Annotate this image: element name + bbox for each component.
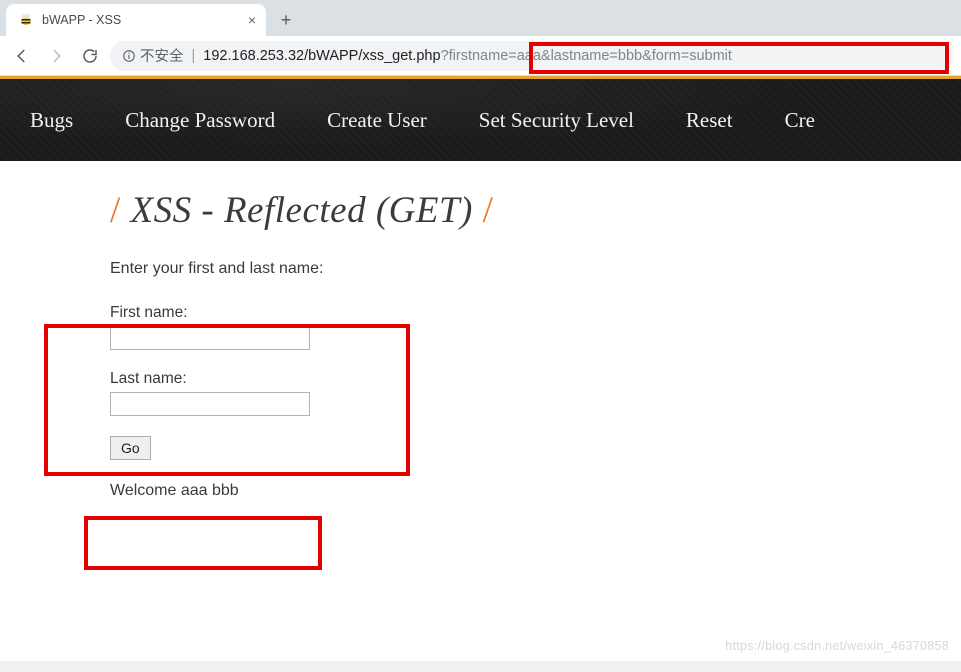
lastname-input[interactable] xyxy=(110,392,310,416)
address-bar[interactable]: 不安全 | 192.168.253.32/bWAPP/xss_get.php?f… xyxy=(110,41,953,71)
security-warning-text: 不安全 xyxy=(140,45,184,66)
url-text: 192.168.253.32/bWAPP/xss_get.php?firstna… xyxy=(203,48,732,64)
page-title: / XSS - Reflected (GET) / xyxy=(110,189,961,232)
back-button[interactable] xyxy=(8,42,36,70)
tab-title: bWAPP - XSS xyxy=(42,13,240,27)
firstname-group: First name: xyxy=(110,304,961,350)
close-icon[interactable]: × xyxy=(248,13,256,27)
reload-button[interactable] xyxy=(76,42,104,70)
forward-button[interactable] xyxy=(42,42,70,70)
browser-tab[interactable]: bWAPP - XSS × xyxy=(6,4,266,36)
browser-toolbar: 不安全 | 192.168.253.32/bWAPP/xss_get.php?f… xyxy=(0,36,961,76)
menu-create-user[interactable]: Create User xyxy=(327,108,427,133)
menu-set-security-level[interactable]: Set Security Level xyxy=(479,108,634,133)
insecure-badge: 不安全 xyxy=(122,45,184,66)
title-slash-left: / xyxy=(110,190,121,231)
welcome-message: Welcome aaa bbb xyxy=(110,482,961,500)
menu-change-password[interactable]: Change Password xyxy=(125,108,275,133)
app-menubar: Bugs Change Password Create User Set Sec… xyxy=(0,79,961,161)
menu-bugs[interactable]: Bugs xyxy=(30,108,73,133)
title-text: XSS - Reflected (GET) xyxy=(121,190,483,231)
bee-icon xyxy=(18,12,34,28)
addr-separator: | xyxy=(192,48,196,64)
firstname-input[interactable] xyxy=(110,326,310,350)
go-button[interactable]: Go xyxy=(110,436,151,460)
new-tab-button[interactable]: + xyxy=(272,6,300,34)
info-icon xyxy=(122,49,136,63)
title-slash-right: / xyxy=(483,190,494,231)
menu-credits-truncated[interactable]: Cre xyxy=(785,108,815,133)
menu-reset[interactable]: Reset xyxy=(686,108,733,133)
watermark-text: https://blog.csdn.net/weixin_46370858 xyxy=(725,639,949,653)
browser-tab-bar: bWAPP - XSS × + xyxy=(0,0,961,36)
lastname-label: Last name: xyxy=(110,370,961,388)
lastname-group: Last name: xyxy=(110,370,961,416)
instruction-text: Enter your first and last name: xyxy=(110,260,961,278)
page-content: / XSS - Reflected (GET) / Enter your fir… xyxy=(0,161,961,661)
firstname-label: First name: xyxy=(110,304,961,322)
